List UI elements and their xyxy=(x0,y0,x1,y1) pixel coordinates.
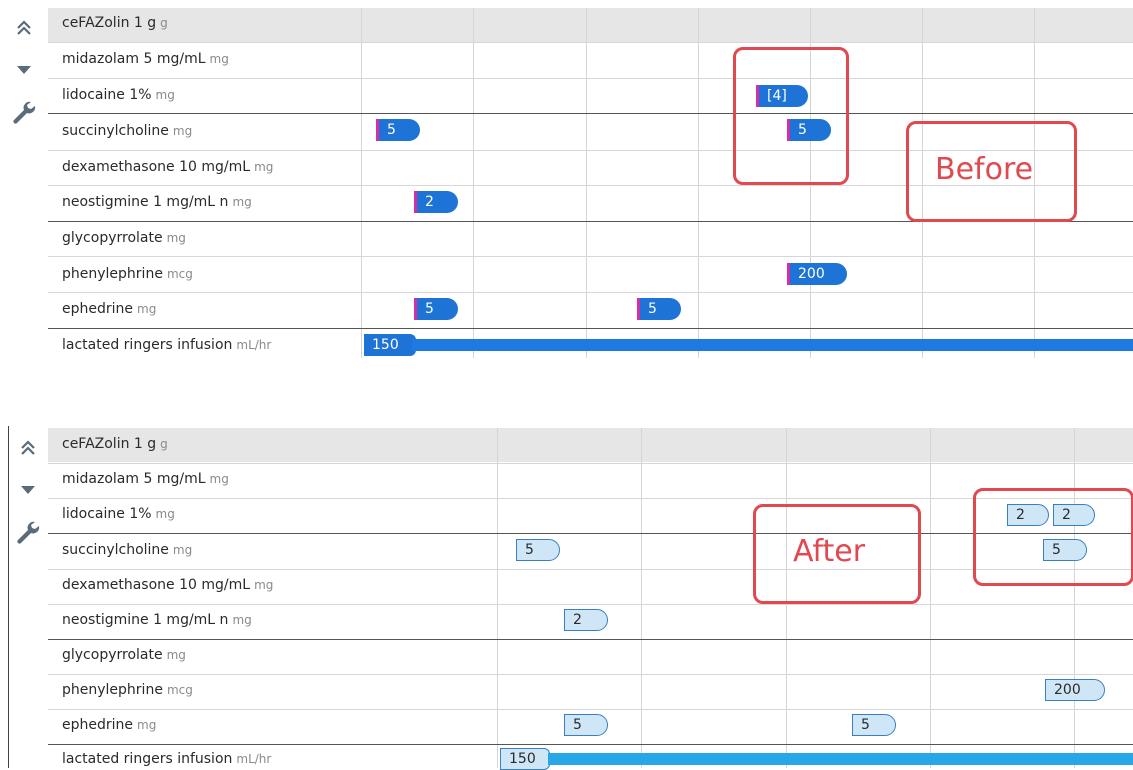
dose-badge-succinylcholine[interactable]: 5 xyxy=(376,119,420,141)
row-divider xyxy=(48,256,1133,257)
panel-border xyxy=(8,426,9,768)
header-row-highlight xyxy=(48,8,1133,42)
grid-line xyxy=(473,8,474,358)
highlight-box xyxy=(733,47,849,185)
row-label-ephedrine[interactable]: ephedrine mg xyxy=(62,717,156,733)
dose-badge-ephedrine[interactable]: 5 xyxy=(414,298,458,320)
infusion-bar[interactable] xyxy=(548,753,1133,765)
row-divider xyxy=(48,463,1133,464)
double-chevron-up-icon xyxy=(17,20,31,35)
before-panel: ceFAZolin 1 gg midazolam 5 mg/mL mg lidoc… xyxy=(0,0,1133,370)
row-label-lactated-ringers[interactable]: lactated ringers infusion mL/hr xyxy=(62,751,271,767)
header-row-highlight xyxy=(48,428,1133,462)
group-divider xyxy=(48,113,1133,114)
settings-button[interactable] xyxy=(14,514,42,550)
grid-line xyxy=(586,8,587,358)
row-label-cefazolin[interactable]: ceFAZolin 1 gg xyxy=(62,15,168,31)
row-label-lidocaine[interactable]: lidocaine 1% mg xyxy=(62,506,175,522)
row-label-succinylcholine[interactable]: succinylcholine mg xyxy=(62,542,192,558)
triangle-down-icon xyxy=(17,66,31,74)
row-label-midazolam[interactable]: midazolam 5 mg/mL mg xyxy=(62,51,229,67)
group-divider xyxy=(48,639,1133,640)
row-label-glycopyrrolate[interactable]: glycopyrrolate mg xyxy=(62,230,186,246)
row-label-cefazolin[interactable]: ceFAZolin 1 gg xyxy=(62,436,168,452)
dose-badge-neostigmine[interactable]: 2 xyxy=(414,191,458,213)
row-divider xyxy=(48,78,1133,79)
row-label-succinylcholine[interactable]: succinylcholine mg xyxy=(62,123,192,139)
dose-badge-succinylcholine[interactable]: 5 xyxy=(516,539,560,561)
grid-line xyxy=(930,428,931,768)
expand-button[interactable] xyxy=(14,472,42,508)
row-label-dexamethasone[interactable]: dexamethasone 10 mg/mL mg xyxy=(62,577,273,593)
row-label-midazolam[interactable]: midazolam 5 mg/mL mg xyxy=(62,471,229,487)
grid-line xyxy=(361,8,362,358)
infusion-rate-badge[interactable]: 150 xyxy=(500,748,550,770)
infusion-rate-badge[interactable]: 150 xyxy=(364,334,416,356)
dose-badge-ephedrine[interactable]: 5 xyxy=(852,714,896,736)
row-label-ephedrine[interactable]: ephedrine mg xyxy=(62,301,156,317)
row-label-dexamethasone[interactable]: dexamethasone 10 mg/mL mg xyxy=(62,159,273,175)
after-panel: ceFAZolin 1 gg midazolam 5 mg/mL mg lidoc… xyxy=(0,420,1133,770)
after-label: After xyxy=(793,534,866,569)
group-divider xyxy=(48,744,1133,745)
row-label-phenylephrine[interactable]: phenylephrine mcg xyxy=(62,682,193,698)
row-divider xyxy=(48,709,1133,710)
row-label-phenylephrine[interactable]: phenylephrine mcg xyxy=(62,266,193,282)
row-divider xyxy=(48,498,1133,499)
dose-badge-neostigmine[interactable]: 2 xyxy=(564,609,608,631)
row-label-neostigmine[interactable]: neostigmine 1 mg/mL n mg xyxy=(62,194,252,210)
triangle-down-icon xyxy=(21,486,35,494)
before-label: Before xyxy=(935,152,1034,187)
settings-button[interactable] xyxy=(6,94,42,130)
collapse-all-button[interactable] xyxy=(6,10,42,46)
row-divider xyxy=(48,42,1133,43)
row-label-lactated-ringers[interactable]: lactated ringers infusion mL/hr xyxy=(62,337,271,353)
grid-line xyxy=(1074,428,1075,768)
expand-button[interactable] xyxy=(6,52,42,88)
double-chevron-up-icon xyxy=(21,440,35,455)
wrench-icon xyxy=(17,521,40,544)
row-label-lidocaine[interactable]: lidocaine 1% mg xyxy=(62,87,175,103)
group-divider xyxy=(48,328,1133,329)
row-divider xyxy=(48,569,1133,570)
dose-badge-ephedrine[interactable]: 5 xyxy=(637,298,681,320)
row-label-glycopyrrolate[interactable]: glycopyrrolate mg xyxy=(62,647,186,663)
grid-line xyxy=(641,428,642,768)
grid-line xyxy=(497,428,498,768)
dose-badge-ephedrine[interactable]: 5 xyxy=(564,714,608,736)
grid-line xyxy=(698,8,699,358)
wrench-icon xyxy=(13,101,36,124)
collapse-all-button[interactable] xyxy=(14,430,42,466)
row-label-neostigmine[interactable]: neostigmine 1 mg/mL n mg xyxy=(62,612,252,628)
row-divider xyxy=(48,674,1133,675)
dose-badge-phenylephrine[interactable]: 200 xyxy=(1045,679,1105,701)
highlight-box xyxy=(973,488,1133,586)
group-divider xyxy=(48,533,1133,534)
row-divider xyxy=(48,292,1133,293)
dose-badge-phenylephrine[interactable]: 200 xyxy=(787,263,847,285)
row-divider xyxy=(48,604,1133,605)
infusion-bar[interactable] xyxy=(412,339,1133,351)
